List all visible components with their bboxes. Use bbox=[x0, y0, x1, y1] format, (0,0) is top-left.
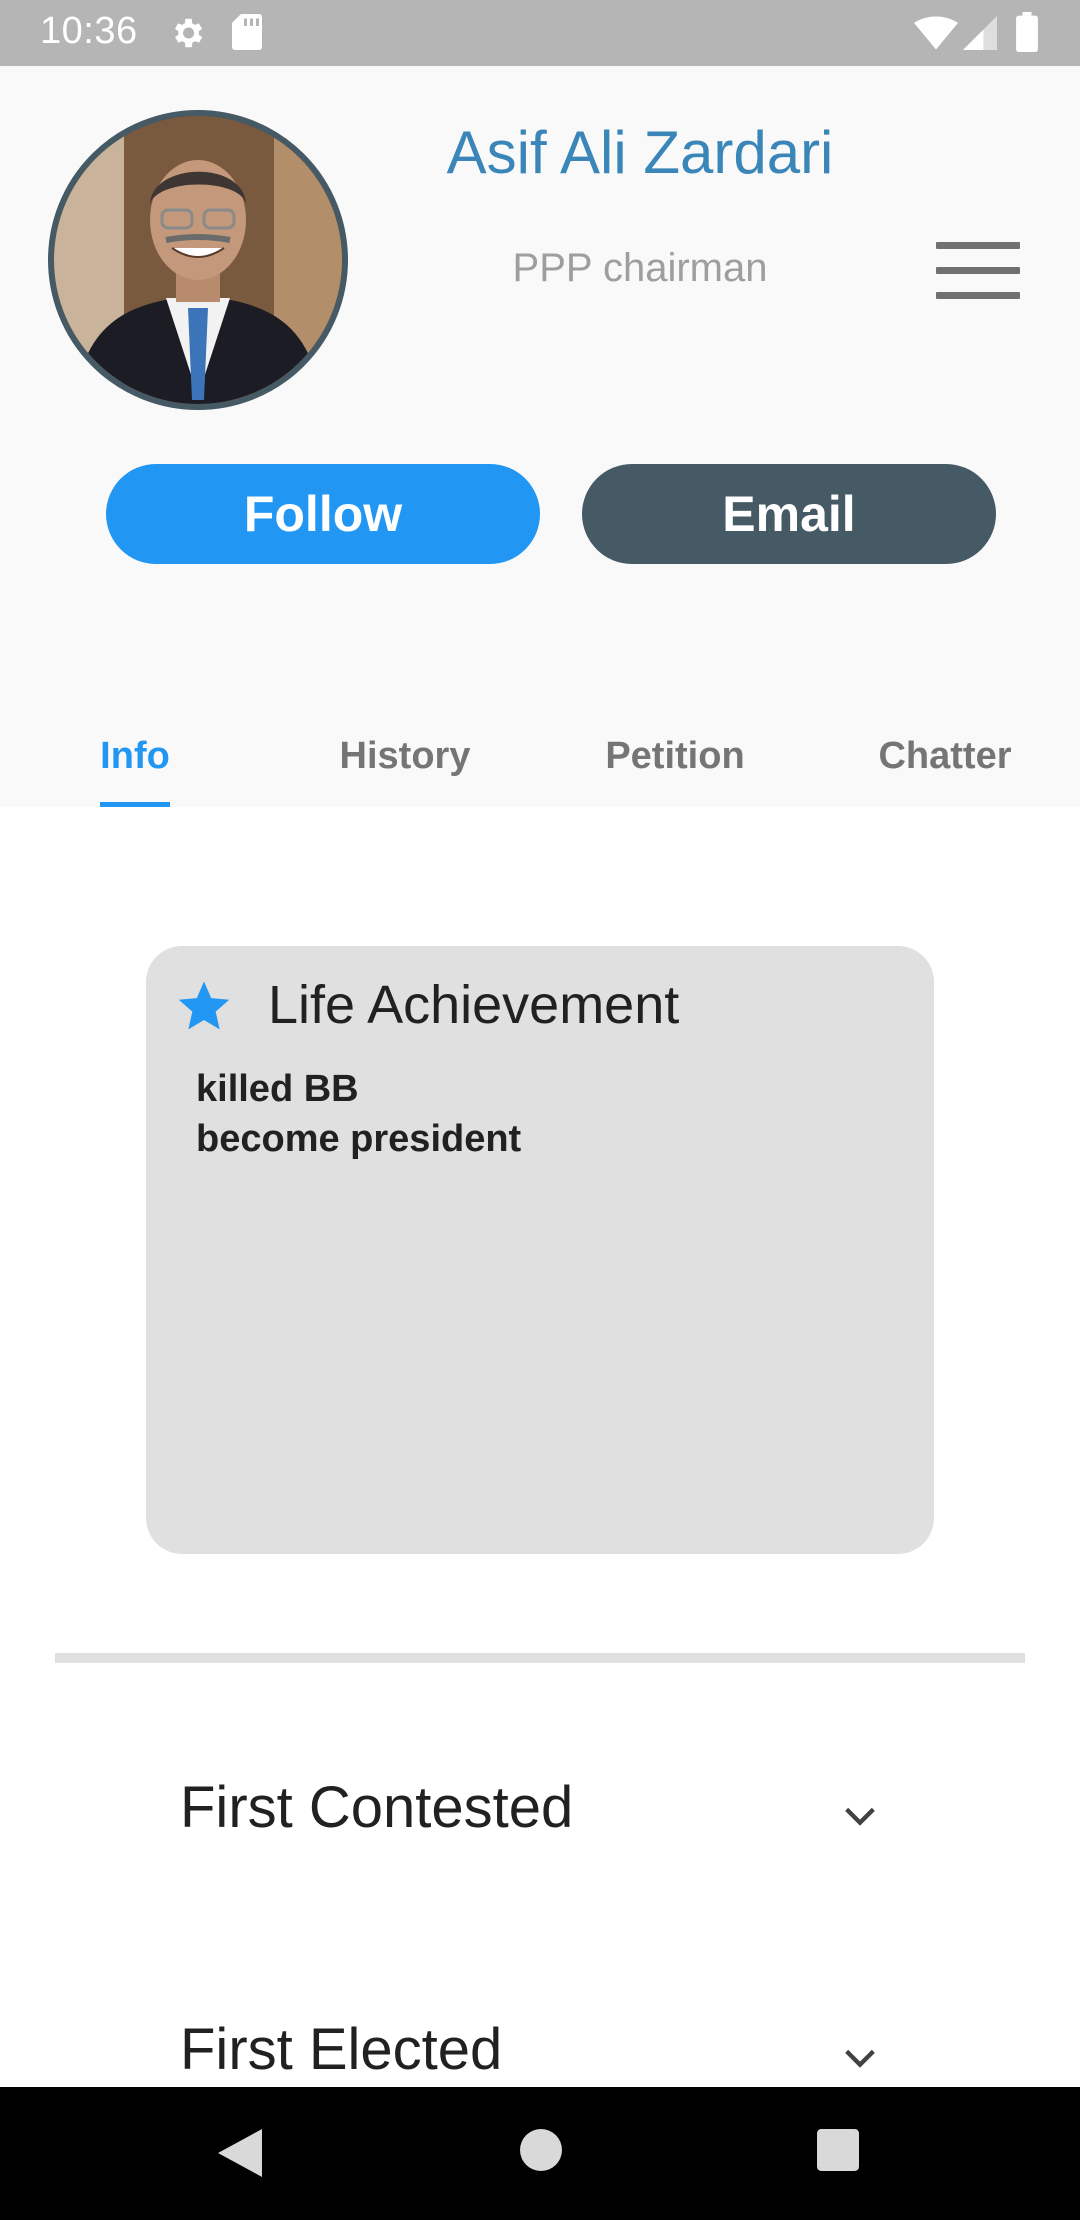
profile-name: Asif Ali Zardari bbox=[446, 119, 834, 186]
achievement-line: killed BB bbox=[196, 1068, 359, 1110]
achievement-list: killed BB become president bbox=[196, 1064, 521, 1164]
star-icon bbox=[176, 978, 232, 1039]
tab-chatter[interactable]: Chatter bbox=[810, 706, 1080, 806]
expander-label: First Elected bbox=[180, 2017, 503, 2082]
home-icon[interactable] bbox=[520, 2129, 562, 2176]
achievement-line: become president bbox=[196, 1118, 522, 1160]
recent-apps-icon[interactable] bbox=[817, 2129, 859, 2176]
first-elected-expander[interactable]: First Elected bbox=[180, 2016, 900, 2096]
profile-subtitle: PPP chairman bbox=[512, 246, 768, 290]
email-button[interactable]: Email bbox=[582, 464, 996, 564]
status-bar: 10:36 bbox=[0, 0, 1080, 66]
card-title: Life Achievement bbox=[268, 975, 680, 1035]
system-nav-bar bbox=[0, 2087, 1080, 2220]
sd-card-icon bbox=[232, 14, 262, 55]
hamburger-menu-icon[interactable] bbox=[936, 242, 1020, 302]
cell-signal-icon bbox=[962, 16, 998, 55]
first-contested-expander[interactable]: First Contested bbox=[180, 1774, 900, 1854]
wifi-icon bbox=[914, 16, 958, 55]
follow-button[interactable]: Follow bbox=[106, 464, 540, 564]
status-time: 10:36 bbox=[40, 10, 138, 52]
profile-tabs: Info History Petition Chatter bbox=[0, 706, 1080, 807]
section-divider bbox=[55, 1653, 1025, 1663]
back-icon[interactable] bbox=[218, 2129, 262, 2182]
tab-petition[interactable]: Petition bbox=[540, 706, 810, 806]
profile-header: Asif Ali Zardari PPP chairman Follow Ema… bbox=[0, 66, 1080, 807]
chevron-down-icon[interactable] bbox=[840, 2038, 880, 2083]
tab-history[interactable]: History bbox=[270, 706, 540, 806]
chevron-down-icon[interactable] bbox=[840, 1796, 880, 1841]
tab-info[interactable]: Info bbox=[0, 706, 270, 806]
battery-icon bbox=[1016, 12, 1038, 57]
expander-label: First Contested bbox=[180, 1775, 574, 1840]
life-achievement-card: Life Achievement killed BB become presid… bbox=[146, 946, 934, 1554]
profile-screen: 10:36 Asif Ali Zardari PPP chairman Foll… bbox=[0, 0, 1080, 2220]
gear-icon bbox=[168, 14, 206, 57]
active-tab-indicator bbox=[100, 802, 170, 807]
profile-avatar bbox=[48, 110, 348, 410]
